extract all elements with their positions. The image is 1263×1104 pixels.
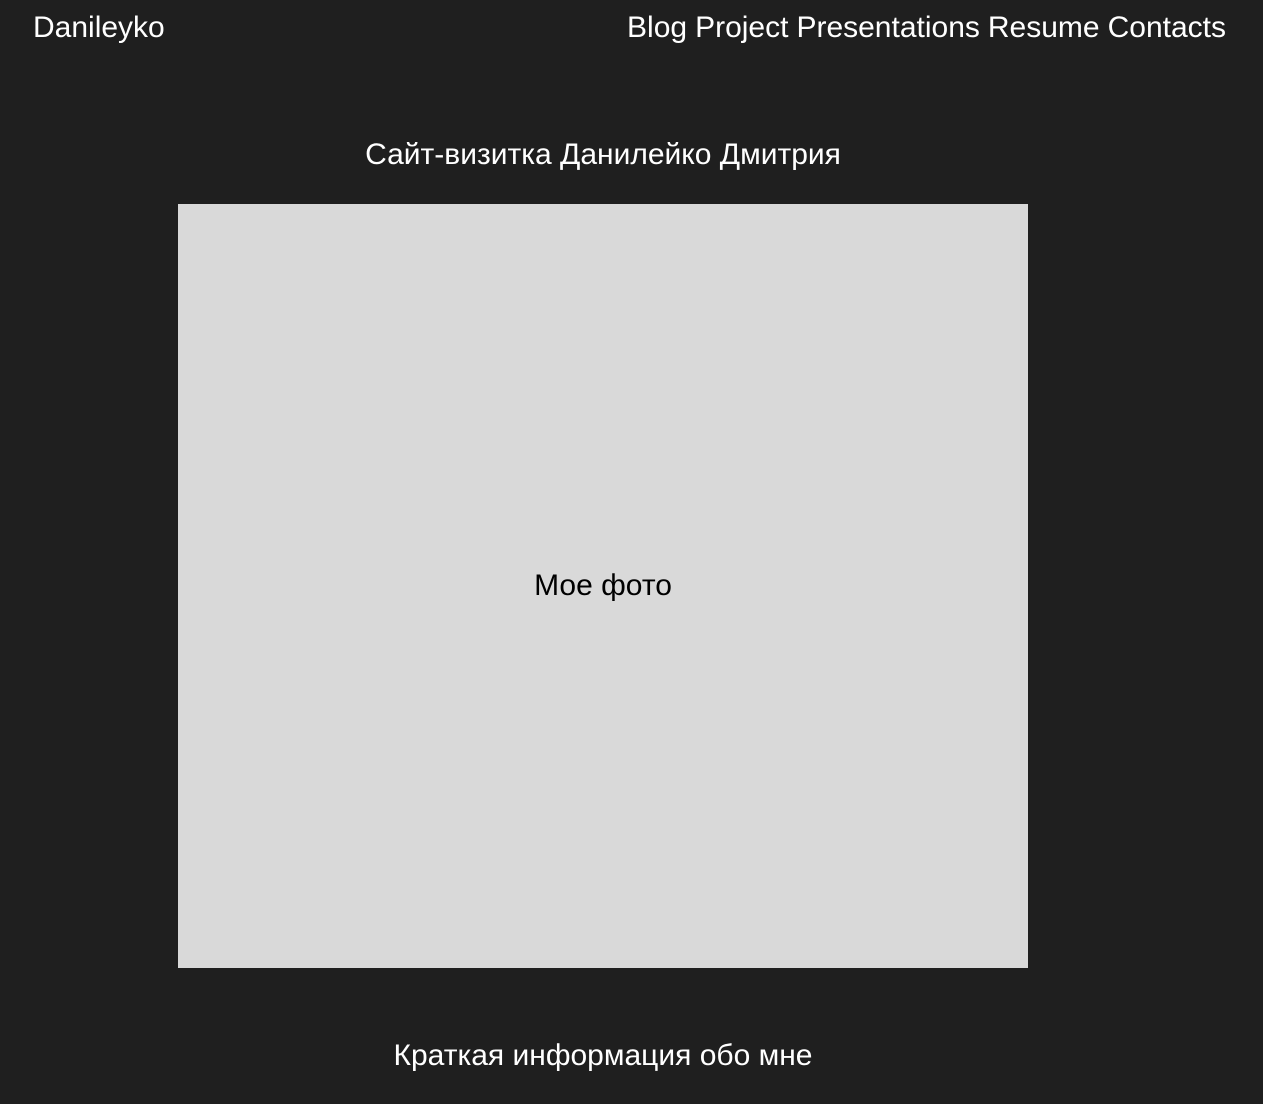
- nav-blog-link[interactable]: Blog: [627, 10, 687, 46]
- nav-presentations-link[interactable]: Presentations: [796, 10, 979, 46]
- photo-placeholder-label: Мое фото: [534, 569, 672, 602]
- site-logo[interactable]: Danileyko: [33, 10, 165, 46]
- about-heading: Краткая информация обо мне: [393, 1039, 813, 1072]
- photo-placeholder: Мое фото: [178, 204, 1028, 968]
- main-nav: Blog Project Presentations Resume Contac…: [627, 10, 1226, 46]
- nav-project-link[interactable]: Project: [695, 10, 788, 46]
- nav-resume-link[interactable]: Resume: [988, 10, 1100, 46]
- nav-contacts-link[interactable]: Contacts: [1108, 10, 1226, 46]
- page-title: Сайт-визитка Данилейко Дмитрия: [365, 138, 841, 171]
- site-header: Danileyko Blog Project Presentations Res…: [0, 0, 1263, 56]
